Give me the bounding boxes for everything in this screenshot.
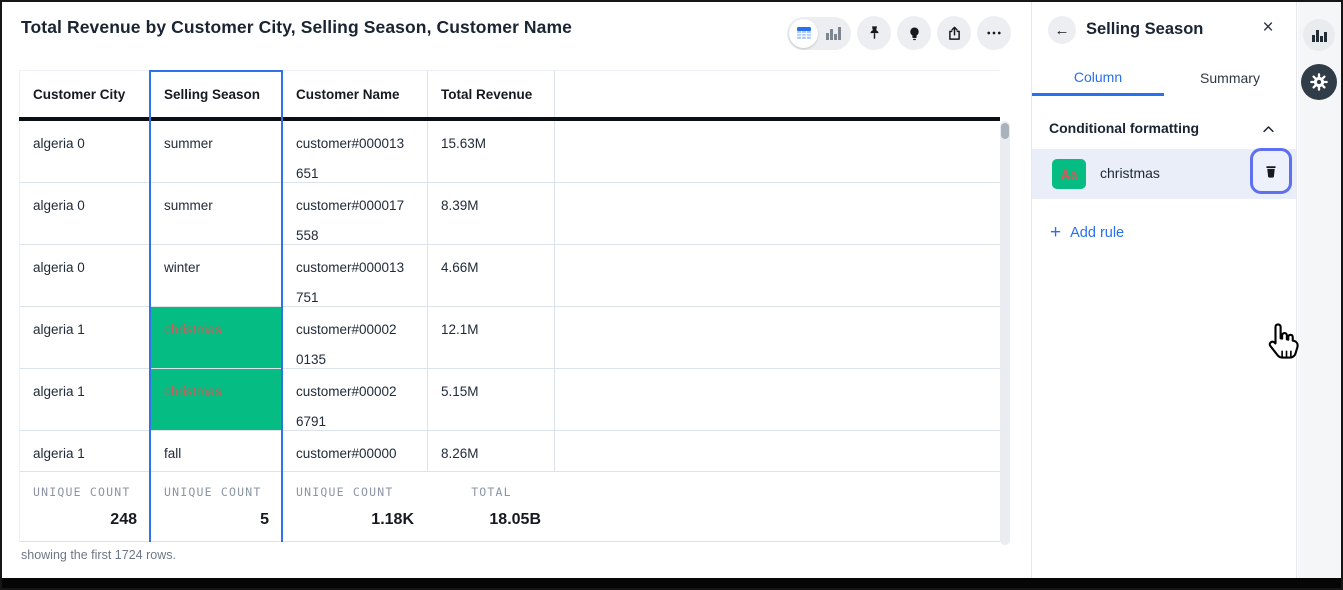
table-view-button[interactable] — [789, 19, 818, 48]
add-rule-button[interactable]: + Add rule — [1050, 223, 1124, 242]
table-header-row: Customer City Selling Season Customer Na… — [19, 70, 1000, 117]
bottom-bar — [2, 578, 1341, 588]
cell-customer-city[interactable]: algeria 1 — [20, 369, 151, 430]
cell-customer-name[interactable]: customer#000013 651 — [283, 121, 428, 182]
visual-area: Total Revenue by Customer City, Selling … — [2, 2, 1031, 580]
export-button[interactable] — [937, 16, 971, 50]
cell-customer-name[interactable]: customer#00000 1414 — [283, 431, 428, 471]
cell-selling-season-highlighted[interactable]: christmas — [151, 369, 283, 430]
cell-selling-season[interactable]: summer — [151, 183, 283, 244]
rule-color-swatch[interactable]: Aa — [1052, 159, 1086, 189]
close-icon: × — [1262, 17, 1273, 39]
back-button[interactable]: ← — [1048, 16, 1076, 44]
column-header-empty — [555, 71, 1000, 117]
formatting-rule-item[interactable]: Aa christmas — [1032, 149, 1296, 199]
summary-value: 5 — [260, 511, 269, 529]
column-settings-panel: ← Selling Season × Column Summary Condit… — [1031, 2, 1297, 578]
summary-value: 248 — [110, 511, 137, 529]
visual-title: Total Revenue by Customer City, Selling … — [21, 17, 572, 38]
cell-selling-season-highlighted[interactable]: christmas — [151, 307, 283, 368]
trash-icon — [1263, 163, 1279, 180]
pin-icon — [866, 25, 883, 42]
bar-chart-icon — [825, 25, 841, 41]
cell-selling-season[interactable]: fall — [151, 431, 283, 471]
visual-toolbar — [787, 16, 1011, 50]
cell-total-revenue[interactable]: 8.39M — [428, 183, 555, 244]
section-title: Conditional formatting — [1049, 120, 1199, 136]
cell-customer-name[interactable]: customer#000017 558 — [283, 183, 428, 244]
conditional-formatting-section: Conditional formatting — [1032, 114, 1296, 148]
selected-column-outline — [281, 70, 283, 542]
table-grid-icon — [796, 25, 812, 41]
close-panel-button[interactable]: × — [1256, 16, 1280, 40]
cell-customer-city[interactable]: algeria 0 — [20, 183, 151, 244]
visualize-button[interactable] — [1303, 19, 1335, 51]
panel-title: Selling Season — [1086, 20, 1203, 39]
cell-total-revenue[interactable]: 15.63M — [428, 121, 555, 182]
cell-customer-name[interactable]: customer#00002 0135 — [283, 307, 428, 368]
view-toggle — [787, 17, 851, 50]
more-options-button[interactable] — [977, 16, 1011, 50]
table-row-clipped: algeria 1 fall customer#00000 1414 8.26M — [19, 431, 1000, 472]
cell-customer-city[interactable]: algeria 0 — [20, 245, 151, 306]
settings-button[interactable] — [1301, 64, 1337, 100]
column-header-selling-season[interactable]: Selling Season — [151, 71, 283, 117]
collapse-section-button[interactable] — [1261, 122, 1276, 142]
scrollbar-thumb[interactable] — [1001, 123, 1009, 139]
column-header-total-revenue[interactable]: Total Revenue — [428, 71, 555, 117]
panel-tabs: Column Summary — [1032, 60, 1296, 96]
table-summary-row: UNIQUE COUNT 248 UNIQUE COUNT 5 UNIQUE C… — [19, 472, 1000, 542]
mouse-cursor — [1264, 321, 1304, 369]
chevron-up-icon — [1261, 122, 1276, 137]
table-row: algeria 0 summer customer#000017 558 8.3… — [19, 183, 1000, 245]
add-rule-label: Add rule — [1070, 225, 1124, 241]
ellipsis-icon — [985, 24, 1003, 42]
summary-total-revenue: TOTAL 18.05B — [428, 472, 555, 541]
lightbulb-icon — [906, 25, 923, 42]
tab-summary[interactable]: Summary — [1164, 60, 1296, 96]
app-window: Total Revenue by Customer City, Selling … — [0, 0, 1343, 590]
cell-customer-name[interactable]: customer#000013 751 — [283, 245, 428, 306]
plus-icon: + — [1050, 223, 1061, 242]
right-rail — [1298, 2, 1341, 578]
column-header-customer-city[interactable]: Customer City — [20, 71, 151, 117]
rule-label: christmas — [1100, 165, 1160, 181]
cell-total-revenue[interactable]: 12.1M — [428, 307, 555, 368]
selected-column-outline — [149, 70, 151, 542]
column-header-customer-name[interactable]: Customer Name — [283, 71, 428, 117]
summary-value: 18.05B — [489, 511, 541, 529]
gear-icon — [1309, 72, 1329, 92]
pivot-table: Customer City Selling Season Customer Na… — [19, 70, 1000, 542]
table-row: algeria 0 winter customer#000013 751 4.6… — [19, 245, 1000, 307]
selected-column-outline — [149, 70, 283, 72]
export-share-icon — [946, 25, 963, 42]
insight-button[interactable] — [897, 16, 931, 50]
cell-customer-name[interactable]: customer#00002 6791 — [283, 369, 428, 430]
cell-selling-season[interactable]: summer — [151, 121, 283, 182]
row-count-footnote: showing the first 1724 rows. — [21, 548, 176, 562]
summary-selling-season: UNIQUE COUNT 5 — [151, 472, 283, 541]
summary-customer-name: UNIQUE COUNT 1.18K — [283, 472, 428, 541]
cell-total-revenue[interactable]: 8.26M — [428, 431, 555, 471]
cell-selling-season[interactable]: winter — [151, 245, 283, 306]
table-row: algeria 0 summer customer#000013 651 15.… — [19, 121, 1000, 183]
tab-column[interactable]: Column — [1032, 60, 1164, 96]
summary-customer-city: UNIQUE COUNT 248 — [20, 472, 151, 541]
pin-button[interactable] — [857, 16, 891, 50]
cell-customer-city[interactable]: algeria 1 — [20, 307, 151, 368]
table-row: algeria 1 christmas customer#00002 0135 … — [19, 307, 1000, 369]
chart-view-button[interactable] — [818, 19, 847, 48]
cell-total-revenue[interactable]: 5.15M — [428, 369, 555, 430]
cell-customer-city[interactable]: algeria 0 — [20, 121, 151, 182]
table-scrollbar[interactable] — [1000, 121, 1010, 545]
bar-chart-icon — [1311, 27, 1327, 43]
cell-customer-city[interactable]: algeria 1 — [20, 431, 151, 471]
back-arrow-icon: ← — [1055, 22, 1070, 39]
delete-rule-button[interactable] — [1250, 148, 1292, 194]
cell-total-revenue[interactable]: 4.66M — [428, 245, 555, 306]
table-row: algeria 1 christmas customer#00002 6791 … — [19, 369, 1000, 431]
summary-value: 1.18K — [371, 511, 414, 529]
